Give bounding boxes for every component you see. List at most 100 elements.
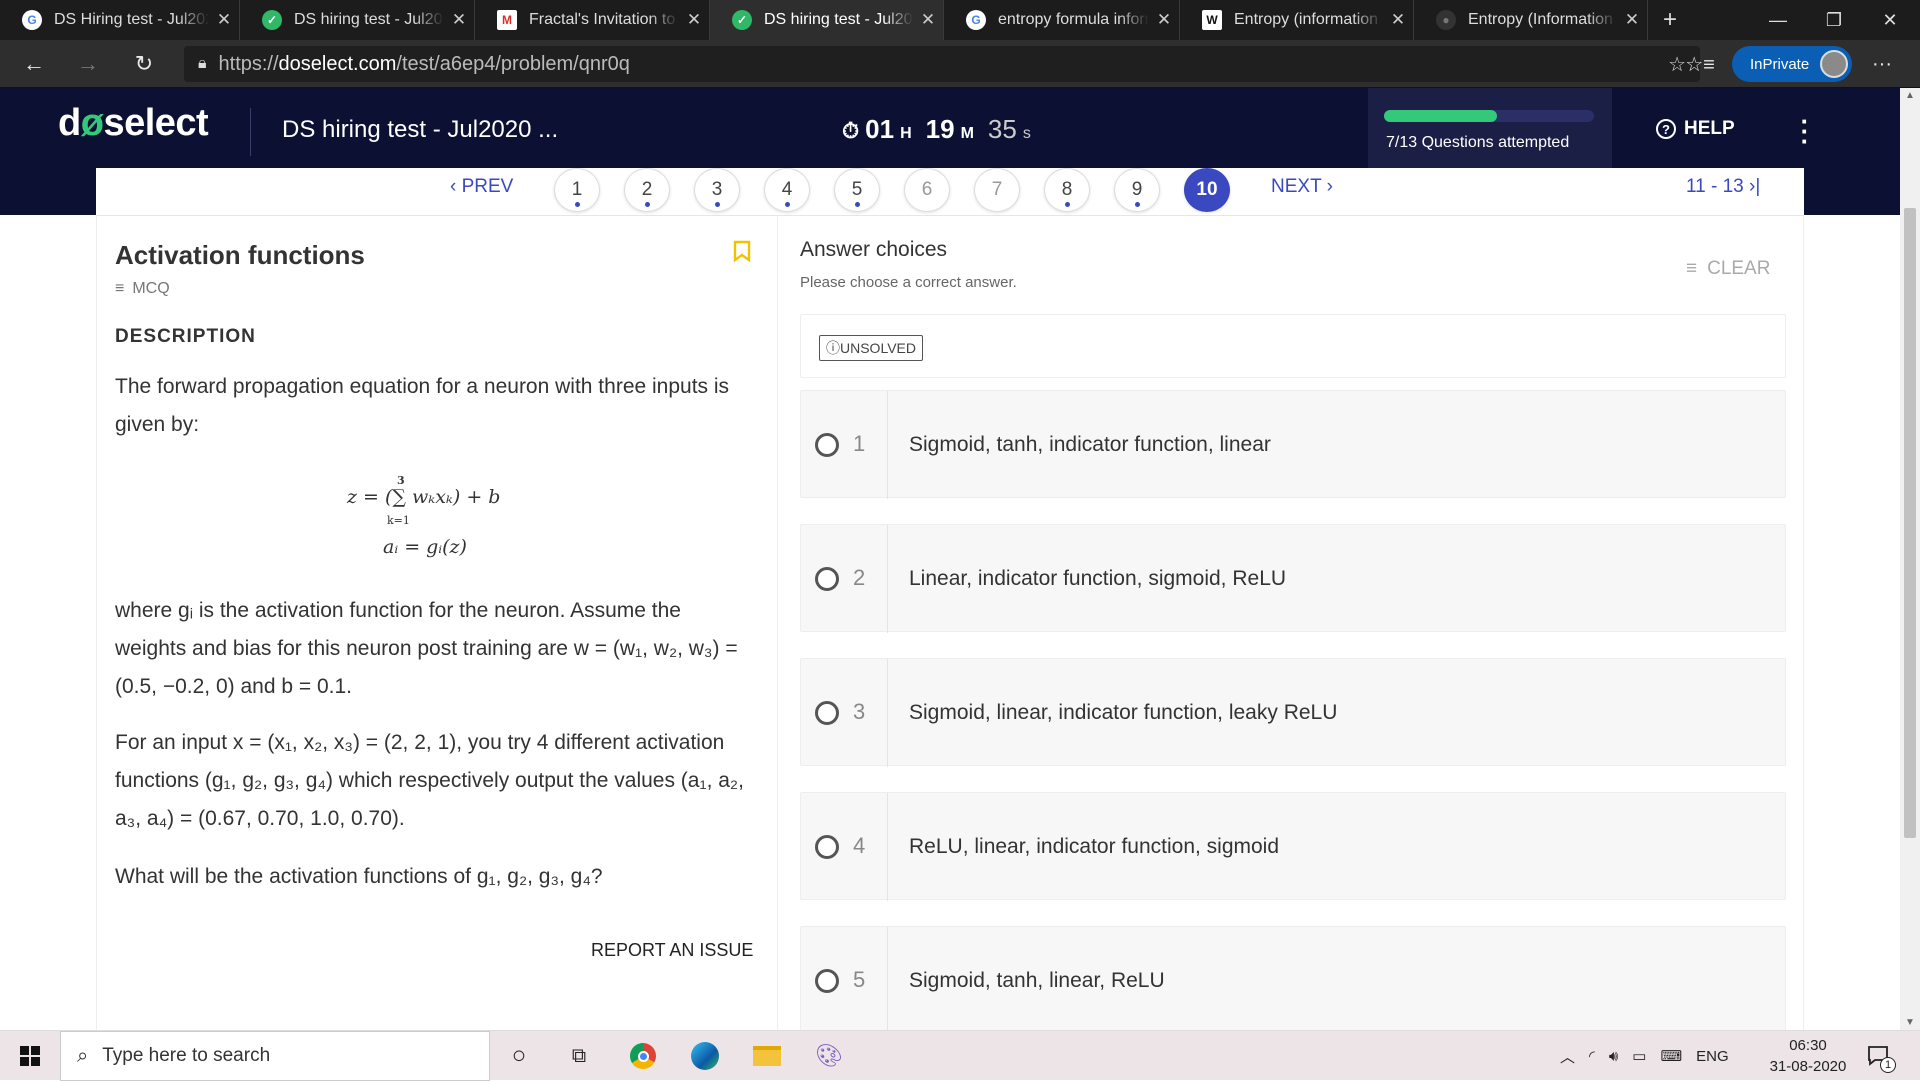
browser-tab[interactable]: G entropy formula inform ✕ — [944, 0, 1180, 40]
close-tab-icon[interactable]: ✕ — [444, 10, 474, 30]
more-menu-icon[interactable]: ··· — [1864, 48, 1900, 80]
url-domain: doselect.com — [278, 52, 397, 75]
tab-title: DS hiring test - Jul2020 — [764, 11, 913, 28]
question-number-5[interactable]: 5 — [834, 168, 880, 212]
system-clock[interactable]: 06:30 31-08-2020 — [1760, 1035, 1856, 1077]
volume-icon[interactable]: 🔊︎ — [1609, 1048, 1618, 1065]
choice-text: Sigmoid, tanh, linear, ReLU — [909, 969, 1165, 992]
question-number-6[interactable]: 6 — [904, 168, 950, 212]
answer-choice-4[interactable]: 4 ReLU, linear, indicator function, sigmo… — [800, 792, 1786, 901]
choice-divider — [887, 391, 888, 499]
choice-text: Linear, indicator function, sigmoid, ReL… — [909, 567, 1287, 590]
question-number-label: 8 — [1061, 179, 1073, 200]
question-number-4[interactable]: 4 — [764, 168, 810, 212]
answer-choice-1[interactable]: 1 Sigmoid, tanh, indicator function, line… — [800, 390, 1786, 499]
tab-title: Entropy (information th — [1234, 11, 1383, 28]
clear-button[interactable]: ≡ CLEAR — [1686, 258, 1770, 280]
browser-tab[interactable]: G DS Hiring test - Jul2020 ✕ — [0, 0, 240, 40]
answer-choice-5[interactable]: 5 Sigmoid, tanh, linear, ReLU — [800, 926, 1786, 1035]
favorites-list-icon[interactable]: ☆≡ — [1682, 48, 1718, 80]
forward-arrow-icon[interactable]: → — [70, 48, 106, 80]
next-button[interactable]: NEXT › — [1271, 176, 1333, 198]
radio-button[interactable] — [815, 701, 839, 725]
attempted-dot — [855, 202, 860, 207]
choice-divider — [887, 793, 888, 901]
url-path: /test/a6ep4/problem/qnr0q — [396, 52, 630, 75]
page-scrollbar[interactable]: ▲ ▼ — [1900, 88, 1920, 1030]
answer-choice-2[interactable]: 2 Linear, indicator function, sigmoid, Re… — [800, 524, 1786, 633]
more-questions-button[interactable]: 11 - 13 ›| — [1686, 176, 1760, 198]
attempted-dot — [645, 202, 650, 207]
browser-tab[interactable]: ● Entropy (Information T ✕ — [1414, 0, 1648, 40]
question-number-10[interactable]: 10 — [1184, 168, 1230, 212]
close-tab-icon[interactable]: ✕ — [679, 10, 709, 30]
windows-icon — [20, 1046, 40, 1066]
radio-button[interactable] — [815, 835, 839, 859]
browser-tab-active[interactable]: ✓ DS hiring test - Jul2020 ✕ — [710, 0, 944, 40]
url-field[interactable]: 🔒︎ https://doselect.com/test/a6ep4/probl… — [184, 46, 1700, 82]
search-placeholder: Type here to search — [102, 1045, 271, 1066]
question-type: ≡ MCQ — [115, 280, 170, 298]
attempted-dot — [1065, 202, 1070, 207]
question-number-7[interactable]: 7 — [974, 168, 1020, 212]
question-type-label: MCQ — [132, 280, 170, 297]
close-tab-icon[interactable]: ✕ — [913, 10, 943, 30]
back-arrow-icon[interactable]: ← — [16, 48, 52, 80]
inprivate-button[interactable]: InPrivate — [1732, 46, 1852, 82]
report-issue-button[interactable]: REPORT AN ISSUE — [591, 940, 753, 961]
question-title: Activation functions — [115, 240, 365, 270]
minimize-button[interactable]: — — [1750, 0, 1806, 40]
close-tab-icon[interactable]: ✕ — [1383, 10, 1413, 30]
browser-tab[interactable]: W Entropy (information th ✕ — [1180, 0, 1414, 40]
paint-icon[interactable]: 🎨︎ — [812, 1039, 846, 1073]
question-number-label: 1 — [571, 179, 583, 200]
scroll-up-icon[interactable]: ▲ — [1905, 90, 1915, 101]
browser-tab[interactable]: M Fractal's Invitation to D ✕ — [475, 0, 710, 40]
file-explorer-icon[interactable] — [750, 1039, 784, 1073]
answer-choice-3[interactable]: 3 Sigmoid, linear, indicator function, le… — [800, 658, 1786, 767]
radio-button[interactable] — [815, 433, 839, 457]
question-number-1[interactable]: 1 — [554, 168, 600, 212]
notifications-icon[interactable]: 1 — [1866, 1043, 1896, 1073]
restore-button[interactable]: ❐ — [1806, 0, 1862, 40]
question-number-3[interactable]: 3 — [694, 168, 740, 212]
scrollbar-thumb[interactable] — [1904, 208, 1916, 838]
language-indicator[interactable]: ENG — [1696, 1048, 1729, 1065]
description-paragraph: What will be the activation functions of… — [115, 865, 603, 888]
close-tab-icon[interactable]: ✕ — [1149, 10, 1179, 30]
close-tab-icon[interactable]: ✕ — [209, 10, 239, 30]
chrome-icon[interactable] — [626, 1039, 660, 1073]
prev-button[interactable]: ‹ PREV — [450, 176, 513, 198]
cortana-icon[interactable]: ○ — [502, 1039, 536, 1073]
timer: ⏱︎ 01 H 19 M 35 s — [842, 114, 1039, 145]
question-number-8[interactable]: 8 — [1044, 168, 1090, 212]
google-icon: G — [966, 10, 986, 30]
choice-divider — [887, 525, 888, 633]
help-button[interactable]: ? HELP — [1656, 118, 1735, 140]
wifi-icon[interactable]: ◜ — [1589, 1047, 1595, 1065]
equation-line: z = (∑ wₖxₖ) + b — [347, 486, 501, 508]
show-hidden-icons-icon[interactable]: ︿ — [1560, 1046, 1575, 1067]
battery-icon[interactable]: ▭ — [1632, 1047, 1646, 1065]
refresh-icon[interactable]: ↻ — [126, 48, 162, 80]
question-number-2[interactable]: 2 — [624, 168, 670, 212]
edge-icon[interactable] — [688, 1039, 722, 1073]
keyboard-icon[interactable]: ⌨ — [1660, 1047, 1682, 1065]
doselect-logo[interactable]: døselect — [58, 102, 209, 145]
bookmark-icon[interactable] — [733, 240, 751, 262]
attempted-dot — [575, 202, 580, 207]
question-number-9[interactable]: 9 — [1114, 168, 1160, 212]
scroll-down-icon[interactable]: ▼ — [1905, 1017, 1915, 1028]
close-tab-icon[interactable]: ✕ — [1617, 10, 1647, 30]
choice-number: 1 — [853, 431, 866, 456]
radio-button[interactable] — [815, 567, 839, 591]
radio-button[interactable] — [815, 969, 839, 993]
kebab-menu-icon[interactable]: · · · — [1800, 108, 1810, 154]
start-button[interactable] — [0, 1031, 60, 1081]
close-window-button[interactable]: ✕ — [1862, 0, 1918, 40]
browser-tab[interactable]: ✓ DS hiring test - Jul2020 ✕ — [240, 0, 475, 40]
taskbar-search[interactable]: ⌕ Type here to search — [60, 1031, 490, 1081]
new-tab-button[interactable]: + — [1650, 0, 1690, 40]
task-view-icon[interactable]: ⧉ — [562, 1039, 596, 1073]
question-panel: Activation functions ≡ MCQ DESCRIPTION Th… — [96, 216, 778, 1030]
